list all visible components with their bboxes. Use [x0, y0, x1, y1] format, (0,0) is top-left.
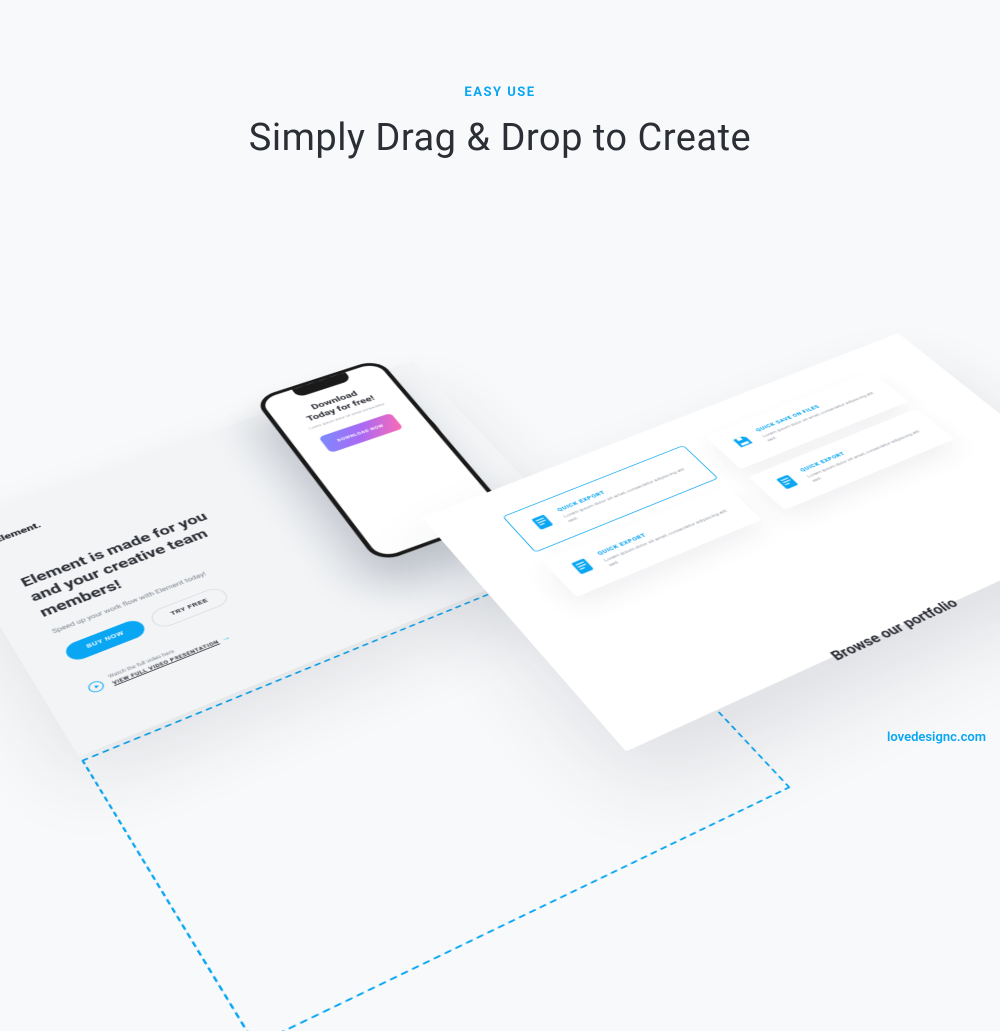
- feature-card-desc: Lorem ipsum dolor sit amet, consectetur …: [603, 507, 738, 569]
- video-link-cta: VIEW FULL VIDEO PRESENTATION: [112, 639, 221, 685]
- export-icon: [567, 556, 598, 577]
- page-headline: Simply Drag & Drop to Create: [0, 116, 1000, 160]
- portfolio-heading: Browse our portfolio: [827, 596, 962, 664]
- feature-card-desc: Lorem ipsum dolor sit amet, consectetur …: [562, 466, 693, 524]
- export-icon: [772, 472, 802, 491]
- perspective-stage: Element. Element is made for you and you…: [0, 210, 1000, 766]
- feature-card-desc: Lorem ipsum dolor sit amet, consectetur …: [806, 428, 931, 484]
- page-eyebrow: EASY USE: [0, 85, 1000, 100]
- play-icon: [86, 679, 106, 694]
- feature-card-title: QUICK SAVE ON FILES: [754, 384, 872, 433]
- arrow-right-icon: →: [219, 634, 232, 644]
- watermark: lovedesignc.com: [887, 730, 986, 745]
- save-icon: [728, 432, 757, 450]
